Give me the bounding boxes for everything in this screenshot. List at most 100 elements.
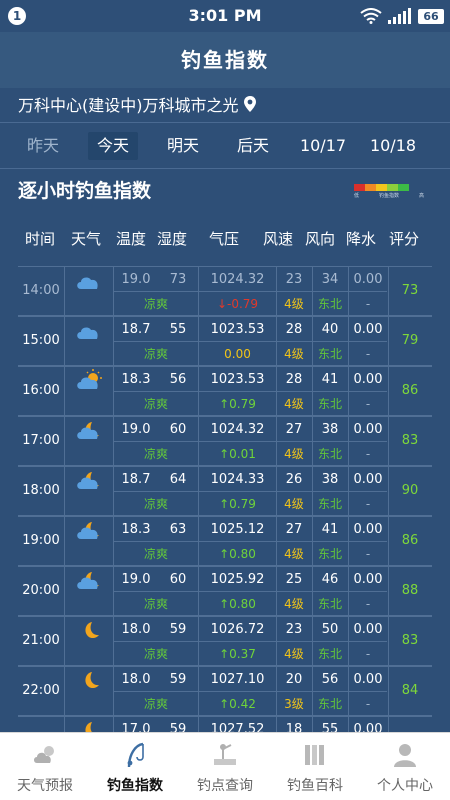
cell-wind-level: 4级 [284, 447, 304, 461]
cell-humidity: 56 [169, 372, 187, 387]
partly-cloudy-night-icon [65, 567, 113, 615]
status-time: 3:01 PM [188, 6, 262, 25]
cell-wind-direction: 41 [321, 372, 339, 387]
location-selector[interactable]: 万科中心(建设中)万科城市之光 [18, 92, 257, 116]
tab-date-10-18[interactable]: 10/18 [362, 132, 424, 160]
cell-wind-speed: 27 [285, 522, 303, 537]
divider [114, 341, 387, 342]
cell-precipitation-label: - [365, 647, 371, 661]
encyclopedia-icon [305, 745, 324, 765]
cell-wind-speed: 28 [285, 372, 303, 387]
column-header-precipitation: 降水 [345, 230, 376, 248]
tab-fishing-index[interactable]: 钓鱼指数 [90, 733, 180, 800]
user-icon [394, 744, 416, 767]
cell-pressure-change: ↑0.80 [219, 547, 256, 561]
table-row[interactable]: 22:00 18.0 59 1027.10 20 56 0.00 凉爽 ↑0.42 3级 东北 - 84 [18, 666, 432, 716]
cell-temperature: 19.0 [121, 272, 151, 287]
table-row[interactable]: 18:00 18.7 64 1024.33 26 38 0.00 凉爽 ↑0.79 4级 东北 - 90 [18, 466, 432, 516]
fishing-rod-icon [127, 742, 144, 768]
cell-precipitation-label: - [365, 297, 371, 311]
cell-wind-level: 4级 [284, 347, 304, 361]
table-row[interactable]: 19:00 18.3 63 1025.12 27 41 0.00 凉爽 ↑0.80 4级 东北 - 86 [18, 516, 432, 566]
divider [114, 391, 387, 392]
cell-wind-direction: 34 [321, 272, 339, 287]
cell-wind-level: 3级 [284, 697, 304, 711]
cell-score: 84 [401, 683, 419, 698]
divider [0, 122, 450, 123]
tab-day-after-tomorrow[interactable]: 后天 [222, 132, 284, 160]
divider [114, 491, 387, 492]
cell-precipitation: 0.00 [353, 272, 383, 287]
cell-time: 19:00 [22, 533, 60, 548]
tab-tomorrow[interactable]: 明天 [152, 132, 214, 160]
cell-temperature: 18.3 [121, 522, 151, 537]
legend-swatch [376, 184, 387, 191]
tab-personal-center[interactable]: 个人中心 [360, 733, 450, 800]
cell-precipitation: 0.00 [353, 622, 383, 637]
cell-comfort: 凉爽 [143, 347, 168, 361]
cell-temperature: 18.3 [121, 372, 151, 387]
cell-score: 83 [401, 433, 419, 448]
cell-wind-level: 4级 [284, 297, 304, 311]
tab-fishing-spot-search[interactable]: 钓点查询 [180, 733, 270, 800]
cell-wind-direction: 38 [321, 472, 339, 487]
cell-precipitation: 0.00 [353, 572, 383, 587]
table-row[interactable]: 23:0017.0591027.5218550.00凉爽↑0.403级东北-85 [18, 716, 432, 732]
column-header-wind-speed: 风速 [262, 230, 293, 248]
cell-precipitation-label: - [365, 697, 371, 711]
cell-time: 21:00 [22, 633, 60, 648]
cell-wind-speed: 28 [285, 322, 303, 337]
moon-icon [65, 667, 113, 715]
tab-fishing-encyclopedia[interactable]: 钓鱼百科 [270, 733, 360, 800]
tab-label: 天气预报 [17, 778, 73, 794]
hourly-table[interactable]: 14:00 19.0 73 1024.32 23 34 0.00 凉爽 ↓-0.79 4级 东北 -7… [18, 266, 432, 732]
column-header-temperature: 温度 [115, 230, 146, 248]
cell-comfort: 凉爽 [143, 397, 168, 411]
day-tabs: 昨天 今天 明天 后天 10/17 10/18 [0, 128, 450, 164]
divider [0, 168, 450, 169]
cell-pressure: 1027.52 [210, 722, 265, 732]
cell-pressure: 1024.33 [210, 472, 265, 487]
cell-wind-name: 东北 [317, 347, 342, 361]
cell-humidity: 60 [169, 422, 187, 437]
column-header-time: 时间 [24, 230, 55, 248]
divider [114, 641, 387, 642]
cloudy-icon [65, 317, 113, 365]
table-row[interactable]: 21:00 18.0 59 1026.72 23 50 0.00 凉爽 ↑0.37 4级 东北 - 83 [18, 616, 432, 666]
tab-label: 个人中心 [377, 778, 433, 794]
cell-temperature: 17.0 [121, 722, 151, 732]
table-row[interactable]: 14:00 19.0 73 1024.32 23 34 0.00 凉爽 ↓-0.79 4级 东北 - 7… [18, 266, 432, 316]
cell-wind-name: 东北 [317, 647, 342, 661]
cell-precipitation-label: - [365, 597, 371, 611]
cell-wind-direction: 56 [321, 672, 339, 687]
cell-wind-name: 东北 [317, 697, 342, 711]
column-header-weather: 天气 [70, 230, 101, 248]
tab-date-10-17[interactable]: 10/17 [292, 132, 354, 160]
cell-humidity: 55 [169, 322, 187, 337]
legend-swatch [398, 184, 409, 191]
cell-precipitation: 0.00 [353, 472, 383, 487]
cell-wind-speed: 26 [285, 472, 303, 487]
cell-score: 83 [401, 633, 419, 648]
cell-humidity: 63 [169, 522, 187, 537]
divider [114, 591, 387, 592]
tab-weather-forecast[interactable]: 天气预报 [0, 733, 90, 800]
cell-wind-level: 4级 [284, 397, 304, 411]
index-legend: 低 钓鱼指数 高 [354, 184, 424, 199]
tab-yesterday[interactable]: 昨天 [12, 132, 74, 160]
cell-humidity: 64 [169, 472, 187, 487]
cell-wind-direction: 46 [321, 572, 339, 587]
cell-time: 15:00 [22, 333, 60, 348]
table-row[interactable]: 20:00 19.0 60 1025.92 25 46 0.00 凉爽 ↑0.80 4级 东北 - 88 [18, 566, 432, 616]
table-row[interactable]: 17:00 19.0 60 1024.32 27 38 0.00 凉爽 ↑0.01 4级 东北 - 83 [18, 416, 432, 466]
column-header-humidity: 湿度 [156, 230, 187, 248]
cell-wind-speed: 23 [285, 622, 303, 637]
table-row[interactable]: 15:00 18.7 55 1023.53 28 40 0.00 凉爽 0.00 4级 东北 - 79 [18, 316, 432, 366]
cell-wind-level: 4级 [284, 647, 304, 661]
table-row[interactable]: 16:00 18.3 56 1023.53 28 41 0.00 凉爽 ↑0.79 4级 东北 - 86 [18, 366, 432, 416]
cell-pressure: 1025.92 [210, 572, 265, 587]
cell-wind-level: 4级 [284, 547, 304, 561]
tab-today[interactable]: 今天 [88, 132, 138, 160]
partly-cloudy-night-icon [65, 417, 113, 465]
cell-wind-name: 东北 [317, 447, 342, 461]
